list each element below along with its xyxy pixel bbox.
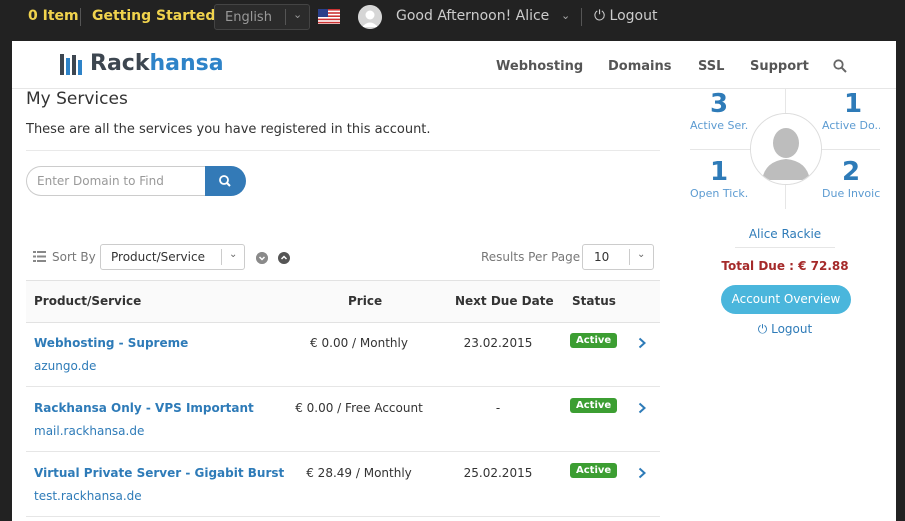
header-due-date[interactable]: Next Due Date: [455, 294, 554, 308]
logo-bars-icon: [60, 54, 82, 75]
service-domain[interactable]: mail.rackhansa.de: [34, 424, 144, 438]
account-sidebar: 3 Active Ser... 1 Active Do... 1 Open Ti…: [688, 89, 882, 519]
service-price: € 0.00 / Free Account: [295, 401, 423, 415]
service-due-date: 23.02.2015: [463, 336, 533, 350]
power-icon: ⏻: [594, 8, 606, 24]
search-icon[interactable]: [833, 59, 847, 73]
account-overview-button[interactable]: Account Overview: [721, 285, 851, 314]
greeting-menu[interactable]: Good Afternoon! Alice: [396, 8, 549, 24]
chevron-down-icon: ⌄: [293, 8, 303, 21]
service-domain[interactable]: azungo.de: [34, 359, 96, 373]
results-per-page-value: 10: [594, 250, 610, 264]
sort-ascending-icon[interactable]: [278, 252, 290, 264]
cart-link[interactable]: 0 Item: [28, 8, 79, 24]
topbar-divider: [80, 8, 81, 26]
status-badge: Active: [570, 398, 618, 413]
sort-bar: Sort By Product/Service ⌄ Results Per Pa…: [26, 244, 660, 270]
chevron-down-icon: ⌄: [229, 249, 238, 260]
stat-value: 2: [842, 157, 861, 187]
sort-select[interactable]: Product/Service ⌄: [100, 244, 245, 270]
sidebar-logout-label: Logout: [771, 322, 813, 336]
sort-descending-icon[interactable]: [256, 252, 268, 264]
service-name[interactable]: Virtual Private Server - Gigabit Burst: [34, 466, 284, 480]
getting-started-link[interactable]: Getting Started: [92, 8, 215, 24]
search-icon: [219, 175, 231, 187]
stat-due-invoices[interactable]: 2 Due Invoic...: [822, 157, 905, 200]
sort-by-label: Sort By: [52, 250, 96, 264]
user-avatar-small[interactable]: [358, 5, 382, 29]
domain-search-input[interactable]: [26, 166, 208, 196]
language-value: English: [225, 10, 272, 25]
language-select[interactable]: English ⌄: [214, 4, 310, 30]
domain-search: [26, 166, 246, 196]
brand-name-part1: Rack: [90, 51, 150, 76]
stat-label: Active Do...: [822, 119, 880, 132]
service-due-date: -: [495, 401, 501, 415]
chevron-down-icon[interactable]: ⌄: [561, 9, 570, 22]
status-badge: Active: [570, 333, 618, 348]
results-per-page-select[interactable]: 10 ⌄: [582, 244, 654, 270]
results-select-divider: [629, 249, 630, 265]
header-status[interactable]: Status: [572, 294, 616, 308]
service-name[interactable]: Rackhansa Only - VPS Important: [34, 401, 254, 415]
sidebar-logout-link[interactable]: ⏻ Logout: [688, 322, 882, 337]
domain-search-button[interactable]: [205, 166, 246, 196]
topbar-divider: [581, 8, 582, 26]
main-nav: Rackhansa Webhosting Domains SSL Support: [12, 41, 896, 89]
user-name-link[interactable]: Alice Rackie: [688, 227, 882, 241]
page-container: Rackhansa Webhosting Domains SSL Support…: [12, 41, 896, 521]
power-icon: ⏻: [757, 322, 768, 336]
service-name[interactable]: Webhosting - Supreme: [34, 336, 188, 350]
user-silhouette-icon: [358, 5, 382, 29]
table-row[interactable]: Rackhansa Only - VPS Important mail.rack…: [26, 387, 660, 452]
table-row[interactable]: Virtual Private Server - Gigabit Burst t…: [26, 452, 660, 517]
nav-domains[interactable]: Domains: [608, 59, 672, 74]
topbar-logout-label: Logout: [609, 8, 658, 24]
stat-active-domains[interactable]: 1 Active Do...: [822, 89, 905, 132]
table-header: Product/Service Price Next Due Date Stat…: [26, 280, 660, 323]
user-avatar: [750, 113, 822, 185]
stat-label: Open Tick...: [690, 187, 748, 200]
total-due: Total Due : € 72.88: [721, 259, 849, 273]
user-silhouette-icon: [751, 114, 821, 184]
top-bar: 0 Item Getting Started English ⌄ Good Af…: [0, 0, 905, 34]
stat-label: Active Ser...: [690, 119, 748, 132]
us-flag-icon[interactable]: [318, 9, 340, 24]
header-product[interactable]: Product/Service: [34, 294, 141, 308]
chevron-right-icon[interactable]: [637, 337, 647, 349]
nav-support[interactable]: Support: [750, 59, 809, 74]
stat-label: Due Invoic...: [822, 187, 880, 200]
topbar-logout-link[interactable]: ⏻ Logout: [594, 8, 657, 24]
sort-select-value: Product/Service: [111, 250, 205, 264]
brand-name-part2: hansa: [149, 51, 224, 76]
results-per-page-label: Results Per Page: [481, 250, 581, 264]
stat-value: 3: [710, 89, 729, 119]
header-price[interactable]: Price: [348, 294, 382, 308]
chevron-right-icon[interactable]: [637, 402, 647, 414]
page-subtitle: These are all the services you have regi…: [26, 122, 431, 137]
page-title: My Services: [26, 89, 128, 109]
divider: [26, 150, 660, 151]
nav-ssl[interactable]: SSL: [698, 59, 724, 74]
table-row[interactable]: Webhosting - Supreme azungo.de € 0.00 / …: [26, 322, 660, 387]
chevron-right-icon[interactable]: [637, 467, 647, 479]
divider: [735, 247, 835, 248]
service-price: € 0.00 / Monthly: [310, 336, 408, 350]
list-icon: [33, 251, 46, 262]
service-domain[interactable]: test.rackhansa.de: [34, 489, 142, 503]
service-price: € 28.49 / Monthly: [306, 466, 412, 480]
chevron-down-icon: ⌄: [637, 249, 646, 260]
language-select-divider: [285, 9, 286, 25]
cart-count: 0: [28, 8, 38, 24]
stat-value: 1: [844, 89, 863, 119]
cart-label: Item: [42, 8, 79, 24]
service-due-date: 25.02.2015: [463, 466, 533, 480]
nav-webhosting[interactable]: Webhosting: [496, 59, 583, 74]
sort-select-divider: [221, 249, 222, 265]
status-badge: Active: [570, 463, 618, 478]
